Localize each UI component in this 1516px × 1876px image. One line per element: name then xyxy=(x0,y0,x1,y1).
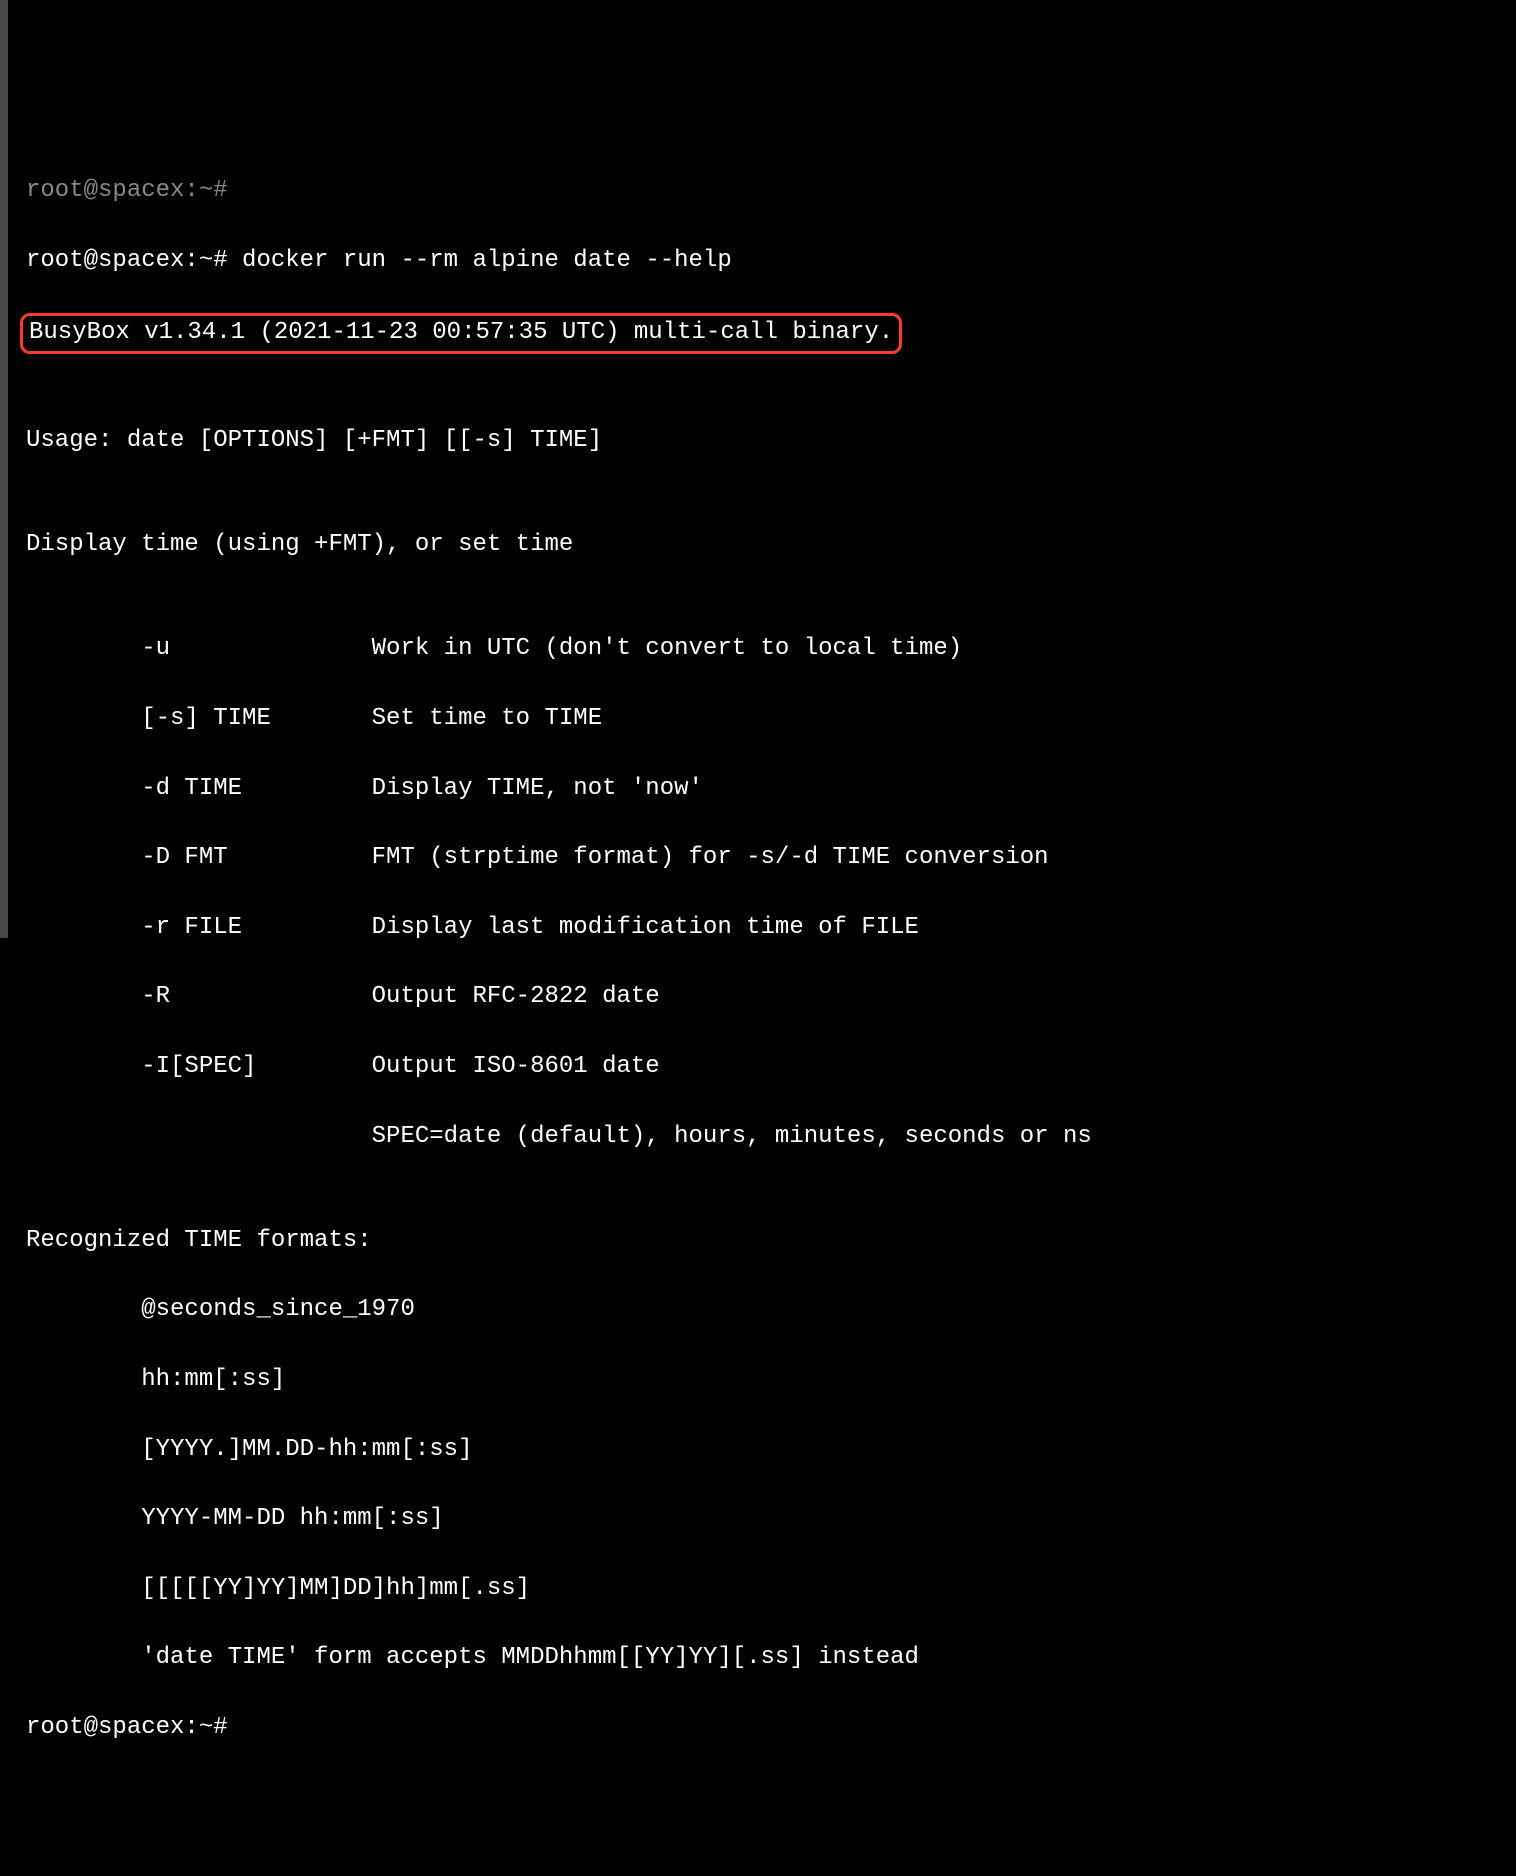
format-line: YYYY-MM-DD hh:mm[:ss] xyxy=(26,1502,1498,1537)
command-line: root@spacex:~# docker run --rm alpine da… xyxy=(26,244,1498,279)
option-line: -d TIME Display TIME, not 'now' xyxy=(26,772,1498,807)
busybox-highlight: BusyBox v1.34.1 (2021-11-23 00:57:35 UTC… xyxy=(20,313,902,354)
format-line: 'date TIME' form accepts MMDDhhmm[[YY]YY… xyxy=(26,1641,1498,1676)
shell-prompt-idle: root@spacex:~# xyxy=(26,1711,1498,1746)
option-line: -R Output RFC-2822 date xyxy=(26,980,1498,1015)
option-line: [-s] TIME Set time to TIME xyxy=(26,702,1498,737)
option-line: -r FILE Display last modification time o… xyxy=(26,911,1498,946)
format-line: [[[[[YY]YY]MM]DD]hh]mm[.ss] xyxy=(26,1572,1498,1607)
format-line: hh:mm[:ss] xyxy=(26,1363,1498,1398)
description-line: Display time (using +FMT), or set time xyxy=(26,528,1498,563)
busybox-version-line: BusyBox v1.34.1 (2021-11-23 00:57:35 UTC… xyxy=(26,313,1498,354)
prev-prompt-line: root@spacex:~# xyxy=(26,174,1498,209)
terminal-output[interactable]: root@spacex:~# root@spacex:~# docker run… xyxy=(8,139,1516,1780)
format-line: [YYYY.]MM.DD-hh:mm[:ss] xyxy=(26,1433,1498,1468)
option-line: -I[SPEC] Output ISO-8601 date xyxy=(26,1050,1498,1085)
option-line: -u Work in UTC (don't convert to local t… xyxy=(26,632,1498,667)
usage-line: Usage: date [OPTIONS] [+FMT] [[-s] TIME] xyxy=(26,424,1498,459)
option-line: -D FMT FMT (strptime format) for -s/-d T… xyxy=(26,841,1498,876)
formats-header: Recognized TIME formats: xyxy=(26,1224,1498,1259)
option-line: SPEC=date (default), hours, minutes, sec… xyxy=(26,1120,1498,1155)
shell-prompt: root@spacex:~# xyxy=(26,247,242,274)
format-line: @seconds_since_1970 xyxy=(26,1293,1498,1328)
entered-command: docker run --rm alpine date --help xyxy=(242,247,732,274)
